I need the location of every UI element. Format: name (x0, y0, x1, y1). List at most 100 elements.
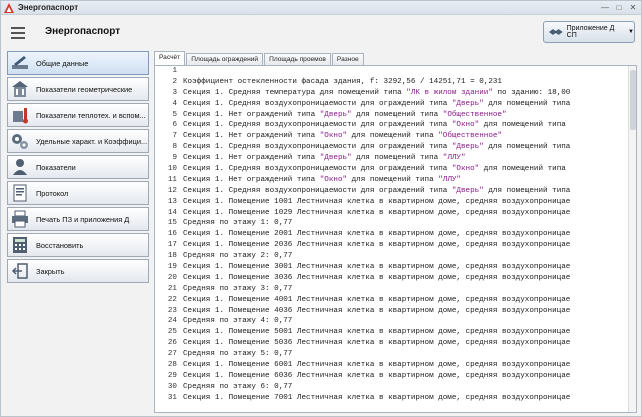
log-line: 20 Секция 1. Помещение 3036 Лестничная кл… (155, 273, 636, 284)
line-text: Секция 1. Средняя воздухопроницаемости д… (183, 164, 566, 175)
log-line: 4 Секция 1. Средняя воздухопроницаемости … (155, 99, 636, 110)
log-line: 28 Секция 1. Помещение 6001 Лестничная кл… (155, 360, 636, 371)
line-segment: Секция 1. Нет ограждений типа (183, 132, 320, 141)
line-number: 17 (167, 241, 177, 250)
line-segment: Секция 1. Нет ограждений типа (183, 154, 320, 163)
header: Энергопаспорт Приложение Д СП ▼ (1, 16, 641, 50)
line-number: 25 (167, 328, 177, 337)
app-window: Энергопаспорт — □ ✕ Энергопаспорт Прилож… (0, 0, 642, 417)
line-text: Секция 1. Нет ограждений типа "Окно" для… (183, 131, 502, 142)
line-number: 19 (167, 263, 177, 272)
minimize-icon[interactable]: — (599, 2, 611, 13)
calculation-log[interactable]: 1 2 Коэффициент остекленности фасада здани… (154, 65, 637, 413)
log-line: 23 Секция 1. Помещение 4036 Лестничная кл… (155, 306, 636, 317)
line-text: Средняя по этажу 3: 0,77 (183, 284, 292, 295)
line-segment: Секция 1. Средняя воздухопроницаемости д… (183, 121, 452, 130)
log-line: 6 Секция 1. Средняя воздухопроницаемости … (155, 120, 636, 131)
log-line: 12 Секция 1. Средняя воздухопроницаемости… (155, 186, 636, 197)
line-text: Секция 1. Помещение 1029 Лестничная клет… (183, 208, 570, 219)
line-segment: для помещений типа (347, 175, 439, 184)
sidebar-item-label: Показатели геометрические (36, 84, 133, 94)
sidebar-item-protocol[interactable]: Протокол (7, 181, 149, 205)
log-line: 10 Секция 1. Средняя воздухопроницаемости… (155, 164, 636, 175)
sidebar-item-general-data[interactable]: Общие данные (7, 51, 149, 75)
line-number: 27 (167, 350, 177, 359)
line-segment: Секция 1. Помещение 3036 Лестничная клет… (183, 273, 571, 282)
line-text: Средняя по этажу 2: 0,77 (183, 251, 292, 262)
log-line: 1 (155, 66, 636, 77)
line-segment: для помещений типа (479, 165, 566, 174)
log-line: 2 Коэффициент остекленности фасада здания… (155, 77, 636, 88)
line-segment: для помещений типа (351, 154, 443, 163)
sidebar-item-close[interactable]: Закрыть (7, 259, 149, 283)
sidebar-item-indicators[interactable]: Показатели (7, 155, 149, 179)
log-line: 8 Секция 1. Средняя воздухопроницаемости … (155, 142, 636, 153)
vertical-scrollbar[interactable] (628, 66, 636, 412)
log-line: 5 Секция 1. Нет ограждений типа "Дверь" д… (155, 110, 636, 121)
attach-button[interactable]: Приложение Д СП ▼ (543, 21, 635, 43)
sidebar-item-restore[interactable]: Восстановить (7, 233, 149, 257)
line-text: Секция 1. Помещение 6036 Лестничная клет… (183, 371, 570, 382)
log-line: 7 Секция 1. Нет ограждений типа "Окно" дл… (155, 131, 636, 142)
line-number: 24 (167, 317, 177, 326)
gears-icon (12, 134, 28, 149)
line-segment: Секция 1. Помещение 4036 Лестничная клет… (183, 306, 571, 315)
log-line: 29 Секция 1. Помещение 6036 Лестничная кл… (155, 371, 636, 382)
quoted-type: "Общественное" (442, 110, 507, 119)
line-segment: Секция 1. Средняя воздухопроницаемости д… (183, 99, 452, 108)
maximize-icon[interactable]: □ (613, 2, 625, 13)
close-icon[interactable]: ✕ (627, 2, 639, 13)
line-text: Секция 1. Помещение 2001 Лестничная клет… (183, 229, 570, 240)
tab-openings-area[interactable]: Площадь проемов (264, 53, 331, 65)
sidebar-item-label: Показатели теплотех. и вспом... (36, 110, 146, 120)
tab-enclosure-area[interactable]: Площадь ограждений (186, 53, 264, 65)
attach-button-label: Приложение Д СП (566, 25, 615, 39)
quoted-type: "Дверь" (451, 99, 484, 108)
line-segment: для помещений типа (351, 110, 443, 119)
sidebar-item-geometric[interactable]: Показатели геометрические (7, 77, 149, 101)
line-segment: Секция 1. Помещение 6001 Лестничная клет… (183, 361, 571, 370)
line-segment: Секция 1. Средняя воздухопроницаемости д… (183, 143, 452, 152)
line-number: 23 (167, 306, 177, 315)
line-number: 22 (167, 295, 177, 304)
quoted-type: "Окно" (319, 132, 348, 141)
line-segment: Секция 1. Нет ограждений типа (183, 175, 320, 184)
line-text: Секция 1. Помещение 3036 Лестничная клет… (183, 273, 570, 284)
tab-calculation[interactable]: Расчёт (154, 51, 186, 65)
quoted-type: "ЛЛУ" (442, 154, 466, 163)
scrollbar-thumb[interactable] (630, 70, 636, 130)
sidebar-item-thermal[interactable]: Показатели теплотех. и вспом... (7, 103, 149, 127)
window-title: Энергопаспорт (18, 3, 79, 12)
line-number: 26 (167, 339, 177, 348)
line-segment: Секция 1. Нет ограждений типа (183, 110, 320, 119)
sidebar-item-print[interactable]: Печать ПЗ и приложения Д (7, 207, 149, 231)
line-segment: Средняя по этажу 3: 0,77 (183, 284, 293, 293)
building-icon (12, 81, 28, 97)
log-line: 13 Секция 1. Помещение 1001 Лестничная кл… (155, 197, 636, 208)
line-text: Секция 1. Помещение 3001 Лестничная клет… (183, 262, 570, 273)
line-text: Секция 1. Нет ограждений типа "Дверь" дл… (183, 110, 507, 121)
line-number: 1 (172, 67, 177, 75)
quoted-type: "Дверь" (451, 143, 484, 152)
printer-icon (12, 210, 28, 228)
sidebar-item-specific-coeffs[interactable]: Удельные характ. и Коэффици... (7, 129, 149, 153)
line-number: 3 (172, 88, 177, 97)
line-segment: Коэффициент остекленности фасада здания,… (183, 77, 502, 86)
log-line: 9 Секция 1. Нет ограждений типа "Дверь" д… (155, 153, 636, 164)
line-number: 2 (172, 77, 177, 86)
log-line: 15 Средняя по этажу 1: 0,77 (155, 218, 636, 229)
quoted-type: "Общественное" (438, 132, 503, 141)
log-lines: 1 2 Коэффициент остекленности фасада здани… (155, 66, 636, 404)
line-number: 13 (167, 197, 177, 206)
line-segment: Секция 1. Помещение 1001 Лестничная клет… (183, 197, 571, 206)
line-text: Секция 1. Средняя воздухопроницаемости д… (183, 142, 570, 153)
app-logo-icon (4, 2, 14, 13)
menu-icon[interactable] (11, 27, 25, 39)
log-line: 25 Секция 1. Помещение 5001 Лестничная кл… (155, 327, 636, 338)
tab-misc[interactable]: Разное (331, 53, 364, 65)
tab-bar: Расчёт Площадь ограждений Площадь проемо… (154, 51, 637, 65)
handshake-icon (548, 29, 563, 35)
log-line: 26 Секция 1. Помещение 5036 Лестничная кл… (155, 338, 636, 349)
line-segment: для помещений типа (483, 186, 571, 195)
sidebar-item-label: Печать ПЗ и приложения Д (36, 214, 130, 224)
